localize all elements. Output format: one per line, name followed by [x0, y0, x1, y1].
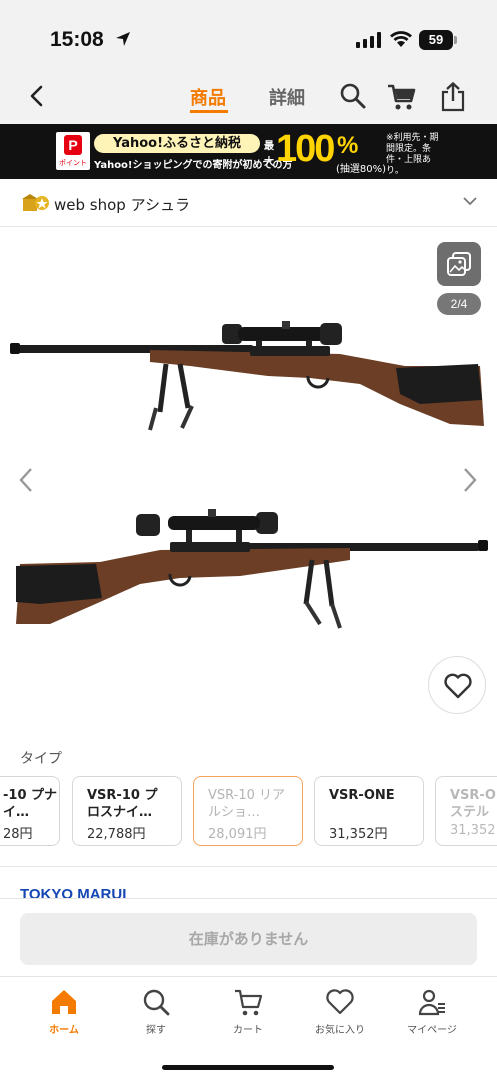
cart-icon	[235, 989, 263, 1016]
status-bar: 15:08 59	[0, 0, 497, 78]
tab-label: お気に入り	[315, 1025, 365, 1036]
previous-image-arrow[interactable]	[16, 466, 36, 494]
battery-level: 59	[428, 32, 444, 47]
tab-cart[interactable]: カート	[203, 987, 293, 1036]
banner-conditions: ※利用先・期間限定。条件・上限あり。	[386, 133, 439, 176]
tab-label: マイページ	[407, 1025, 457, 1036]
point-label: ポイント	[59, 159, 87, 167]
product-image-gallery[interactable]: 2/4	[0, 228, 497, 728]
image-stack-icon	[447, 252, 471, 276]
tab-favorites[interactable]: お気に入り	[295, 987, 385, 1036]
type-option-vsr10-pro[interactable]: VSR-10 プロスナイ… 22,788円	[72, 776, 182, 846]
tab-home[interactable]: ホーム	[19, 987, 109, 1036]
tab-mypage[interactable]: マイページ	[387, 987, 477, 1036]
wifi-icon	[390, 31, 412, 47]
user-icon	[418, 989, 445, 1016]
type-label: タイプ	[20, 751, 62, 767]
out-of-stock-button[interactable]: 在庫がありません	[20, 913, 477, 965]
type-option-vsr-one-stealth[interactable]: VSR-Oステルス 31,352	[435, 776, 497, 846]
section-divider	[0, 866, 497, 867]
banner-max-label: 最大	[264, 141, 274, 168]
shop-row[interactable]: web shop アシュラ	[0, 179, 497, 227]
cart-icon[interactable]	[386, 82, 416, 112]
sticky-cart-area: 在庫がありません	[0, 898, 497, 976]
type-option-title: VSR-ONE	[329, 788, 395, 803]
point-p-icon: P	[64, 135, 82, 155]
top-nav-bar: 商品 詳細	[0, 68, 497, 124]
type-option-price: 28円	[3, 827, 33, 842]
shop-name: web shop アシュラ	[54, 196, 190, 214]
type-option-price: 22,788円	[87, 827, 146, 842]
type-option-title: -10 プナイ…	[3, 788, 58, 820]
home-icon	[52, 990, 76, 1014]
type-option-price: 28,091円	[208, 827, 267, 842]
image-counter: 2/4	[437, 293, 481, 315]
banner-percent: %	[337, 132, 359, 159]
type-options-scroller[interactable]: -10 プナイ… 28円 VSR-10 プロスナイ… 22,788円 VSR-1…	[0, 776, 497, 848]
next-image-arrow[interactable]	[460, 466, 480, 494]
type-option-price: 31,352円	[329, 827, 388, 842]
type-option-title: VSR-10 リアルショ…	[208, 788, 286, 820]
banner-lottery-note: (抽選80%)	[336, 164, 387, 175]
share-icon[interactable]	[439, 82, 467, 112]
banner-title: Yahoo!ふるさと納税	[94, 134, 260, 153]
location-arrow-icon	[116, 32, 130, 46]
banner-big-number: 100	[276, 128, 335, 170]
shop-badge-icon	[22, 194, 49, 211]
paypay-point-logo: P ポイント	[56, 132, 90, 170]
chevron-down-icon[interactable]	[463, 196, 477, 206]
home-indicator	[162, 1065, 334, 1070]
battery-icon: 59	[419, 30, 453, 50]
tab-product[interactable]: 商品	[190, 84, 226, 110]
type-option-vsr10-real[interactable]: VSR-10 リアルショ… 28,091円	[193, 776, 303, 846]
rifle-image-left	[16, 509, 488, 629]
type-option-title: VSR-Oステルス	[450, 788, 496, 820]
favorite-button[interactable]	[428, 656, 486, 714]
heart-icon	[444, 673, 472, 699]
back-chevron-icon[interactable]	[26, 84, 48, 108]
promo-banner[interactable]: P ポイント Yahoo!ふるさと納税 Yahoo!ショッピングでの寄附が初めて…	[0, 124, 497, 179]
type-option-price: 31,352	[450, 823, 496, 838]
tab-label: 探す	[146, 1025, 166, 1036]
status-time: 15:08	[50, 28, 104, 51]
banner-subtitle: Yahoo!ショッピングでの寄附が初めての方	[94, 160, 293, 171]
battery-tip	[454, 36, 457, 44]
tab-label: カート	[233, 1025, 263, 1036]
rifle-image-right	[10, 321, 484, 431]
cellular-signal-icon	[356, 32, 381, 48]
tab-details[interactable]: 詳細	[269, 84, 305, 110]
album-button[interactable]	[437, 242, 481, 286]
search-icon	[143, 989, 170, 1016]
type-option-title: VSR-10 プロスナイ…	[87, 788, 158, 820]
heart-icon	[326, 989, 354, 1015]
active-tab-underline	[190, 110, 228, 113]
type-option-vsr-one[interactable]: VSR-ONE 31,352円	[314, 776, 424, 846]
tab-search[interactable]: 探す	[111, 987, 201, 1036]
search-icon[interactable]	[339, 82, 367, 110]
tab-label: ホーム	[49, 1025, 79, 1036]
type-option-partial-left[interactable]: -10 プナイ… 28円	[0, 776, 60, 846]
